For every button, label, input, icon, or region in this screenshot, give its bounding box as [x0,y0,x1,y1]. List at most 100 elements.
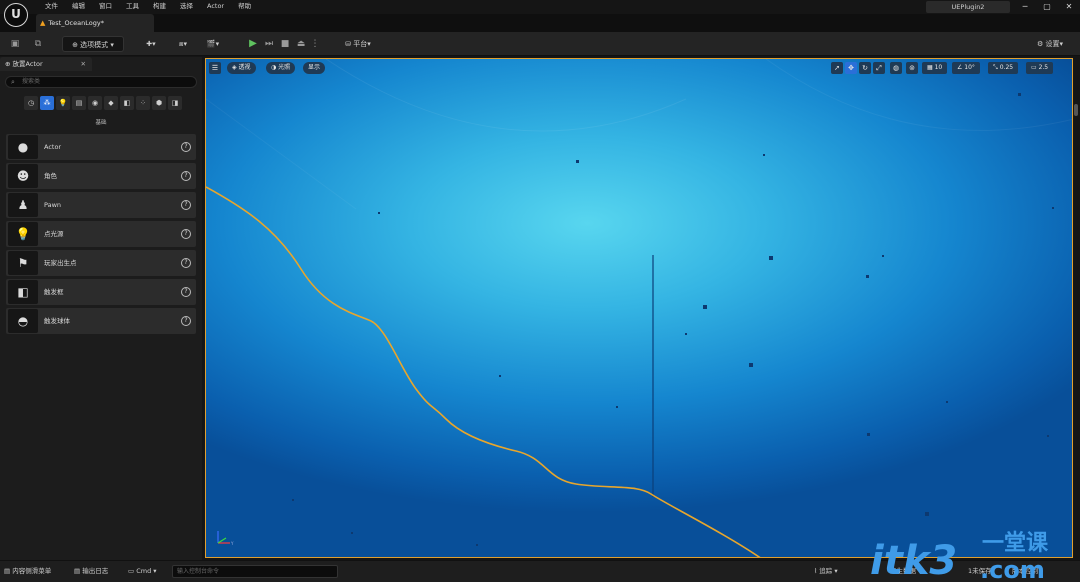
cinematic-icon[interactable]: ▤ [72,96,86,110]
surface-snap-icon[interactable]: ⊚ [906,62,918,74]
basic-icon[interactable]: ⁂ [40,96,54,110]
settings-label: 设置 [1045,40,1060,48]
trace-button[interactable]: ⌇ 追踪 ▾ [814,564,838,579]
category-label: 基础 [95,120,107,126]
cmd-label: Cmd [136,567,152,575]
perspective-button[interactable]: ◈ 透视 [227,62,256,74]
more-options-icon[interactable]: ⋮ [310,36,320,52]
actor-item-pawn[interactable]: ♟ Pawn ? [6,192,196,218]
chevron-down-icon: ▾ [367,40,371,48]
play-icon[interactable]: ▶ [246,36,260,52]
maximize-button[interactable]: ▢ [1036,0,1058,14]
visual-effects-icon[interactable]: ◉ [88,96,102,110]
platforms-label: 平台 [353,40,368,48]
modeling-icon[interactable]: ◨ [168,96,182,110]
world-space-icon[interactable]: ◍ [890,62,902,74]
platforms-button[interactable]: ⛁ 平台▾ [338,36,378,52]
close-button[interactable]: ✕ [1058,0,1080,14]
category-bar: ◷ ⁂ 💡 ▤ ◉ ◆ ◧ ⁘ ⬢ ◨ [24,96,182,110]
actor-item-character[interactable]: ☻ 角色 ? [6,163,196,189]
actor-item-actor[interactable]: ● Actor ? [6,134,196,160]
shapes-icon[interactable]: ⬢ [152,96,166,110]
mode-select[interactable]: ⊕ 选项模式 ▾ [62,36,124,52]
volumes-icon[interactable]: ◧ [120,96,134,110]
title-bar: U 文件 编辑 窗口 工具 构建 选择 Actor 帮助 UEPlugin2 ─… [0,0,1080,27]
rotation-snap-value: 10° [964,64,975,71]
show-button[interactable]: 显示 [303,62,326,74]
output-log-button[interactable]: ▤ 输出日志 [74,564,108,579]
chevron-down-icon: ▾ [151,567,157,575]
axis-gizmo-icon: Y [217,531,234,546]
menu-select[interactable]: 选择 [173,0,200,12]
camera-speed-value: 2.5 [1038,64,1049,71]
step-icon[interactable]: ⏭ [263,36,275,52]
scale-icon[interactable]: ⤢ [873,62,885,74]
level-icon: ▲ [40,19,46,27]
help-icon[interactable]: ? [181,200,191,210]
camera-speed-button[interactable]: ▭ 2.5 [1026,62,1054,74]
trace-label: 追踪 [819,567,833,575]
grid-snap-button[interactable]: ▦ 10 [922,62,948,74]
lights-icon[interactable]: 💡 [56,96,70,110]
svg-text:Y: Y [230,541,234,546]
help-icon[interactable]: ? [181,229,191,239]
viewport-menu-icon[interactable]: ☰ [209,62,221,74]
add-actor-icon[interactable]: ✚▾ [140,36,162,52]
search-placeholder: 搜索类 [22,78,41,85]
translate-icon[interactable]: ✥ [845,62,857,74]
geometry-icon[interactable]: ◆ [104,96,118,110]
light-bulb-icon: 💡 [8,222,38,246]
actor-item-point-light[interactable]: 💡 点光源 ? [6,221,196,247]
menu-actor[interactable]: Actor [200,0,231,12]
mode-icon: ⊕ [72,41,81,49]
actor-item-trigger-sphere[interactable]: ◓ 触发球体 ? [6,308,196,334]
blueprint-icon[interactable]: ⧈▾ [172,36,194,52]
minimize-button[interactable]: ─ [1014,0,1036,14]
viewport-scene [206,59,1072,557]
tab-level[interactable]: ▲ Test_OceanLogy* [36,14,154,32]
gear-icon: ⚙ [1036,40,1046,48]
perspective-label: 透视 [238,64,251,71]
menu-edit[interactable]: 编辑 [65,0,92,12]
rotation-snap-button[interactable]: ∠ 10° [952,62,980,74]
menu-tools[interactable]: 工具 [119,0,146,12]
save-icon[interactable]: ▣ [8,36,22,52]
help-icon[interactable]: ? [181,258,191,268]
menu-build[interactable]: 构建 [146,0,173,12]
help-icon[interactable]: ? [181,287,191,297]
stop-icon[interactable]: ■ [279,36,291,52]
cube-icon: ◧ [8,280,38,304]
all-classes-icon[interactable]: ⁘ [136,96,150,110]
menu-window[interactable]: 窗口 [92,0,119,12]
cmd-select[interactable]: ▭ Cmd ▾ [128,564,157,579]
cinematics-icon[interactable]: 🎬▾ [202,36,224,52]
source-control-icon[interactable]: ⧉ [30,36,46,52]
rotate-icon[interactable]: ↻ [859,62,871,74]
search-input[interactable]: ⌕ 搜索类 [5,76,197,88]
help-icon[interactable]: ? [181,171,191,181]
recent-icon[interactable]: ◷ [24,96,38,110]
viewport-scrollbar[interactable] [1074,104,1078,116]
lighting-button[interactable]: ◑ 光照 [266,62,296,74]
actor-item-trigger-box[interactable]: ◧ 触发框 ? [6,279,196,305]
select-cursor-icon[interactable]: ➚ [831,62,843,74]
character-icon: ☻ [8,164,38,188]
console-input[interactable]: 输入控制台命令 [172,565,338,578]
settings-button[interactable]: ⚙ 设置▾ [1026,36,1074,52]
actor-item-label: Actor [44,143,62,151]
content-drawer-button[interactable]: ▤ 内容侧滑菜单 [4,564,51,579]
content-drawer-label: 内容侧滑菜单 [12,567,52,575]
eject-icon[interactable]: ⏏ [295,36,307,52]
help-icon[interactable]: ? [181,316,191,326]
console-icon: ▭ [128,567,137,575]
menu-file[interactable]: 文件 [38,0,65,12]
flag-icon: ⚑ [8,251,38,275]
level-viewport[interactable]: ☰ ◈ 透视 ◑ 光照 显示 ➚ ✥ ↻ ⤢ ◍ ⊚ ▦ 10 ∠ 10° ⤡ … [205,58,1073,558]
unreal-logo-icon[interactable]: U [4,3,28,27]
place-actors-tab[interactable]: ⊕ 放置Actor ✕ [0,57,92,71]
menu-help[interactable]: 帮助 [231,0,258,12]
scale-snap-button[interactable]: ⤡ 0.25 [988,62,1019,74]
actor-item-player-start[interactable]: ⚑ 玩家出生点 ? [6,250,196,276]
help-icon[interactable]: ? [181,142,191,152]
close-icon[interactable]: ✕ [81,57,86,71]
